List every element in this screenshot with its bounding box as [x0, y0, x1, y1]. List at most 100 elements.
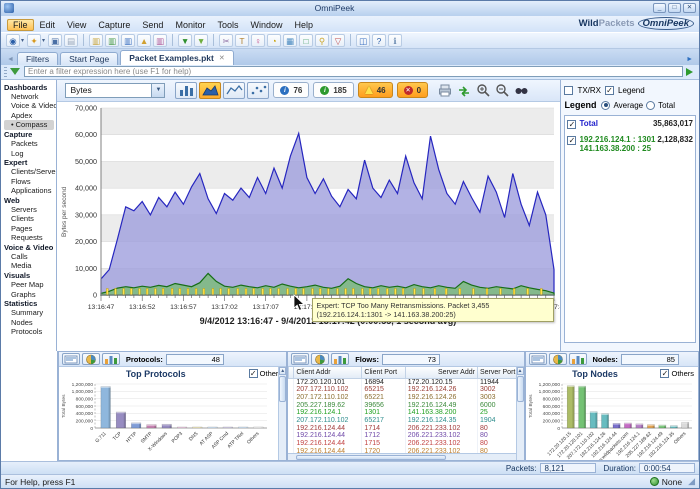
- sidebar-item-protocols[interactable]: Protocols: [4, 327, 56, 336]
- legend-item-total[interactable]: ✓ Total 35,863,017: [567, 119, 693, 129]
- table-row[interactable]: 205.227.189.6239656192.216.124.496000: [289, 401, 517, 409]
- expert-event-marker[interactable]: [220, 288, 222, 295]
- alarms-doc-icon[interactable]: ▥: [105, 34, 119, 47]
- expert-event-marker[interactable]: [473, 288, 475, 295]
- table-row[interactable]: 192.216.124.11301141.163.38.20025: [289, 409, 517, 417]
- sidebar-item-voice-video[interactable]: Voice & Video: [4, 101, 56, 110]
- help-icon[interactable]: ?: [372, 34, 386, 47]
- tab-packet-examples-pkt[interactable]: Packet Examples.pkt✕: [120, 50, 233, 65]
- expert-event-marker[interactable]: [278, 288, 280, 295]
- log-doc-icon[interactable]: ▲: [137, 34, 151, 47]
- menu-view[interactable]: View: [61, 19, 92, 31]
- expert-event-marker[interactable]: [212, 288, 214, 295]
- refresh-button[interactable]: [456, 83, 472, 98]
- sidebar-item-apdex[interactable]: Apdex: [4, 111, 56, 120]
- restore-button[interactable]: □: [668, 3, 681, 13]
- expert-event-marker[interactable]: [362, 288, 364, 295]
- nodes-pie-view-tab[interactable]: [549, 353, 567, 365]
- flows-pie-view-tab[interactable]: [311, 353, 329, 365]
- expert-event-marker[interactable]: [387, 288, 389, 295]
- average-radio[interactable]: [601, 101, 610, 110]
- expert-event-marker[interactable]: [378, 288, 380, 295]
- decode-icon[interactable]: Τ: [235, 34, 249, 47]
- expert-event-marker[interactable]: [107, 288, 109, 295]
- bar-view-button[interactable]: [175, 82, 197, 99]
- apply-filter-button[interactable]: [686, 68, 693, 76]
- drag-handle[interactable]: [4, 67, 7, 77]
- sidebar-item-peer-map[interactable]: Peer Map: [4, 280, 56, 289]
- expert-event-marker[interactable]: [270, 288, 272, 295]
- table-row[interactable]: 207.172.110.10265221192.216.124.263003: [289, 394, 517, 402]
- bar-asp-cmd[interactable]: [223, 427, 233, 428]
- resize-grip[interactable]: ◢: [688, 476, 695, 487]
- start-capture-icon[interactable]: ◉: [6, 34, 20, 47]
- expert-event-marker[interactable]: [163, 288, 165, 295]
- legend-item-flow[interactable]: ✓ 192.216.124.1 : 1301 141.163.38.200 : …: [567, 135, 693, 154]
- window-layout-icon[interactable]: ◫: [356, 34, 370, 47]
- tab-scroll-left-icon[interactable]: ◄: [4, 56, 17, 65]
- legend-checkbox[interactable]: ✓: [605, 86, 614, 95]
- table-row[interactable]: 192.216.124.441712206.221.233.10280: [289, 432, 517, 440]
- print-button[interactable]: [437, 83, 453, 98]
- expert-event-marker[interactable]: [312, 288, 314, 295]
- expert-event-marker[interactable]: [423, 288, 425, 295]
- bar-www-wildpackets-com[interactable]: [624, 423, 631, 428]
- protocols-pie-view-tab[interactable]: [82, 353, 100, 365]
- dropdown-arrow-icon[interactable]: ▾: [21, 37, 24, 44]
- bar-others[interactable]: [681, 422, 688, 428]
- notifications-doc-icon[interactable]: ▥: [121, 34, 135, 47]
- area-view-button[interactable]: [199, 82, 221, 99]
- zoom-out-button[interactable]: [494, 83, 510, 98]
- sidebar-item-clients-servers[interactable]: Clients/Servers: [4, 167, 56, 176]
- chevron-down-icon[interactable]: ▼: [151, 84, 164, 97]
- filter-expression-input[interactable]: [24, 66, 683, 77]
- save-icon[interactable]: ▣: [48, 34, 62, 47]
- bar-dns[interactable]: [192, 427, 202, 428]
- major-events-counter[interactable]: 46: [358, 82, 393, 98]
- bytes-per-second-chart[interactable]: 010,00020,00030,00040,00050,00060,00070,…: [57, 102, 560, 314]
- expert-event-marker[interactable]: [353, 288, 355, 295]
- tab-start-page[interactable]: Start Page: [60, 52, 118, 65]
- dropdown-arrow-icon[interactable]: ▾: [42, 37, 45, 44]
- clock-icon[interactable]: ◔: [267, 34, 281, 47]
- flows-bar-view-tab[interactable]: [331, 353, 349, 365]
- flows-column-header[interactable]: Server Port: [477, 367, 516, 378]
- bar-pop3[interactable]: [177, 427, 187, 428]
- sidebar-item-requests[interactable]: Requests: [4, 233, 56, 242]
- expert-event-marker[interactable]: [320, 288, 322, 295]
- sidebar-item-calls[interactable]: Calls: [4, 252, 56, 261]
- print-icon[interactable]: ▤: [64, 34, 78, 47]
- informational-events-counter[interactable]: i 76: [273, 82, 309, 98]
- graph-icon[interactable]: □: [299, 34, 313, 47]
- expert-event-marker[interactable]: [514, 288, 516, 295]
- new-capture-icon[interactable]: ✦: [27, 34, 41, 47]
- expert-event-marker[interactable]: [345, 288, 347, 295]
- close-tab-icon[interactable]: ✕: [219, 54, 225, 62]
- menu-edit[interactable]: Edit: [34, 19, 62, 31]
- expert-event-marker[interactable]: [172, 288, 174, 295]
- name-table-icon[interactable]: ♀: [251, 34, 265, 47]
- find-button[interactable]: [513, 83, 529, 98]
- filter-doc-icon[interactable]: ▥: [89, 34, 103, 47]
- expert-event-marker[interactable]: [147, 288, 149, 295]
- expert-event-marker[interactable]: [155, 288, 157, 295]
- expert-event-marker[interactable]: [228, 288, 230, 295]
- table-row[interactable]: 192.216.124.441714206.221.233.10280: [289, 424, 517, 432]
- sidebar-item-log[interactable]: Log: [4, 149, 56, 158]
- sidebar-item-servers[interactable]: Servers: [4, 205, 56, 214]
- expert-event-marker[interactable]: [123, 288, 125, 295]
- sidebar-item-clients[interactable]: Clients: [4, 214, 56, 223]
- flows-column-header[interactable]: Client Addr: [294, 367, 362, 378]
- bar-192-216-124-26[interactable]: [601, 414, 608, 428]
- txrx-checkbox[interactable]: [564, 86, 573, 95]
- table-row[interactable]: 207.172.110.10265215192.216.124.263002: [289, 386, 517, 394]
- menu-capture[interactable]: Capture: [92, 19, 136, 31]
- protocols-bar-view-tab[interactable]: [102, 353, 120, 365]
- tab-filters[interactable]: Filters: [17, 52, 58, 65]
- expert-event-marker[interactable]: [328, 288, 330, 295]
- legend-item-checkbox[interactable]: ✓: [567, 120, 576, 129]
- expert-event-marker[interactable]: [395, 288, 397, 295]
- sidebar-item-applications[interactable]: Applications: [4, 186, 56, 195]
- bar-g-711[interactable]: [101, 387, 111, 428]
- sidebar-item-packets[interactable]: Packets: [4, 139, 56, 148]
